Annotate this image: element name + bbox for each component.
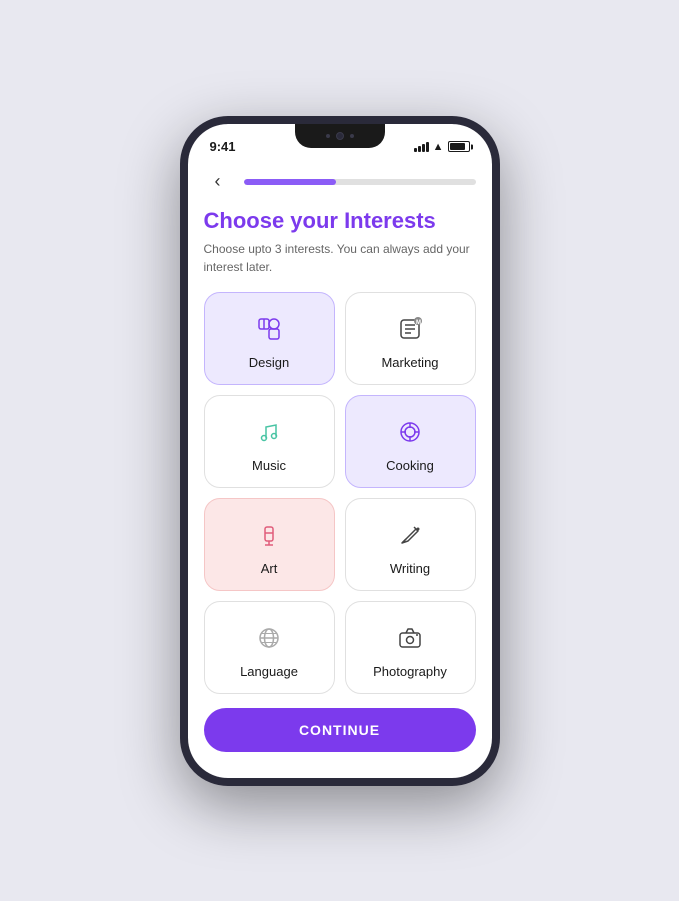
page-subtitle: Choose upto 3 interests. You can always … [204, 240, 476, 276]
vol-down-button [180, 254, 182, 284]
language-icon [251, 620, 287, 656]
screen: 9:41 ▲ ‹ [188, 124, 492, 778]
marketing-label: Marketing [381, 355, 438, 370]
notch-sensor-2 [350, 134, 354, 138]
status-time: 9:41 [210, 139, 236, 154]
notch-camera [336, 132, 344, 140]
battery-icon [448, 141, 470, 152]
cooking-icon [392, 414, 428, 450]
status-icons: ▲ [414, 141, 470, 153]
marketing-icon: M [392, 311, 428, 347]
back-arrow-icon: ‹ [215, 171, 221, 192]
art-icon [251, 517, 287, 553]
interest-card-art[interactable]: Art [204, 498, 335, 591]
interest-card-music[interactable]: Music [204, 395, 335, 488]
signal-icon [414, 142, 429, 152]
notch-sensor [326, 134, 330, 138]
continue-button[interactable]: CONTINUE [204, 708, 476, 752]
content-area: ‹ Choose your Interests Choose upto 3 in… [188, 160, 492, 778]
interest-card-writing[interactable]: Writing [345, 498, 476, 591]
photography-icon [392, 620, 428, 656]
interests-grid: Design M Marketing [204, 292, 476, 694]
design-icon [251, 311, 287, 347]
photography-label: Photography [373, 664, 447, 679]
writing-label: Writing [390, 561, 430, 576]
art-label: Art [261, 561, 278, 576]
svg-text:M: M [416, 320, 421, 326]
interest-card-cooking[interactable]: Cooking [345, 395, 476, 488]
progress-bar-fill [244, 179, 337, 185]
top-nav: ‹ [204, 160, 476, 208]
interest-card-marketing[interactable]: M Marketing [345, 292, 476, 385]
progress-bar [244, 179, 476, 185]
wifi-icon: ▲ [433, 141, 444, 153]
language-label: Language [240, 664, 298, 679]
interest-card-photography[interactable]: Photography [345, 601, 476, 694]
phone-frame: 9:41 ▲ ‹ [180, 116, 500, 786]
notch [295, 124, 385, 148]
music-icon [251, 414, 287, 450]
design-label: Design [249, 355, 289, 370]
power-button [498, 224, 500, 274]
page-title: Choose your Interests [204, 208, 476, 234]
interest-card-design[interactable]: Design [204, 292, 335, 385]
interest-card-language[interactable]: Language [204, 601, 335, 694]
music-label: Music [252, 458, 286, 473]
vol-up-button [180, 214, 182, 244]
back-button[interactable]: ‹ [204, 168, 232, 196]
writing-icon [392, 517, 428, 553]
cooking-label: Cooking [386, 458, 434, 473]
